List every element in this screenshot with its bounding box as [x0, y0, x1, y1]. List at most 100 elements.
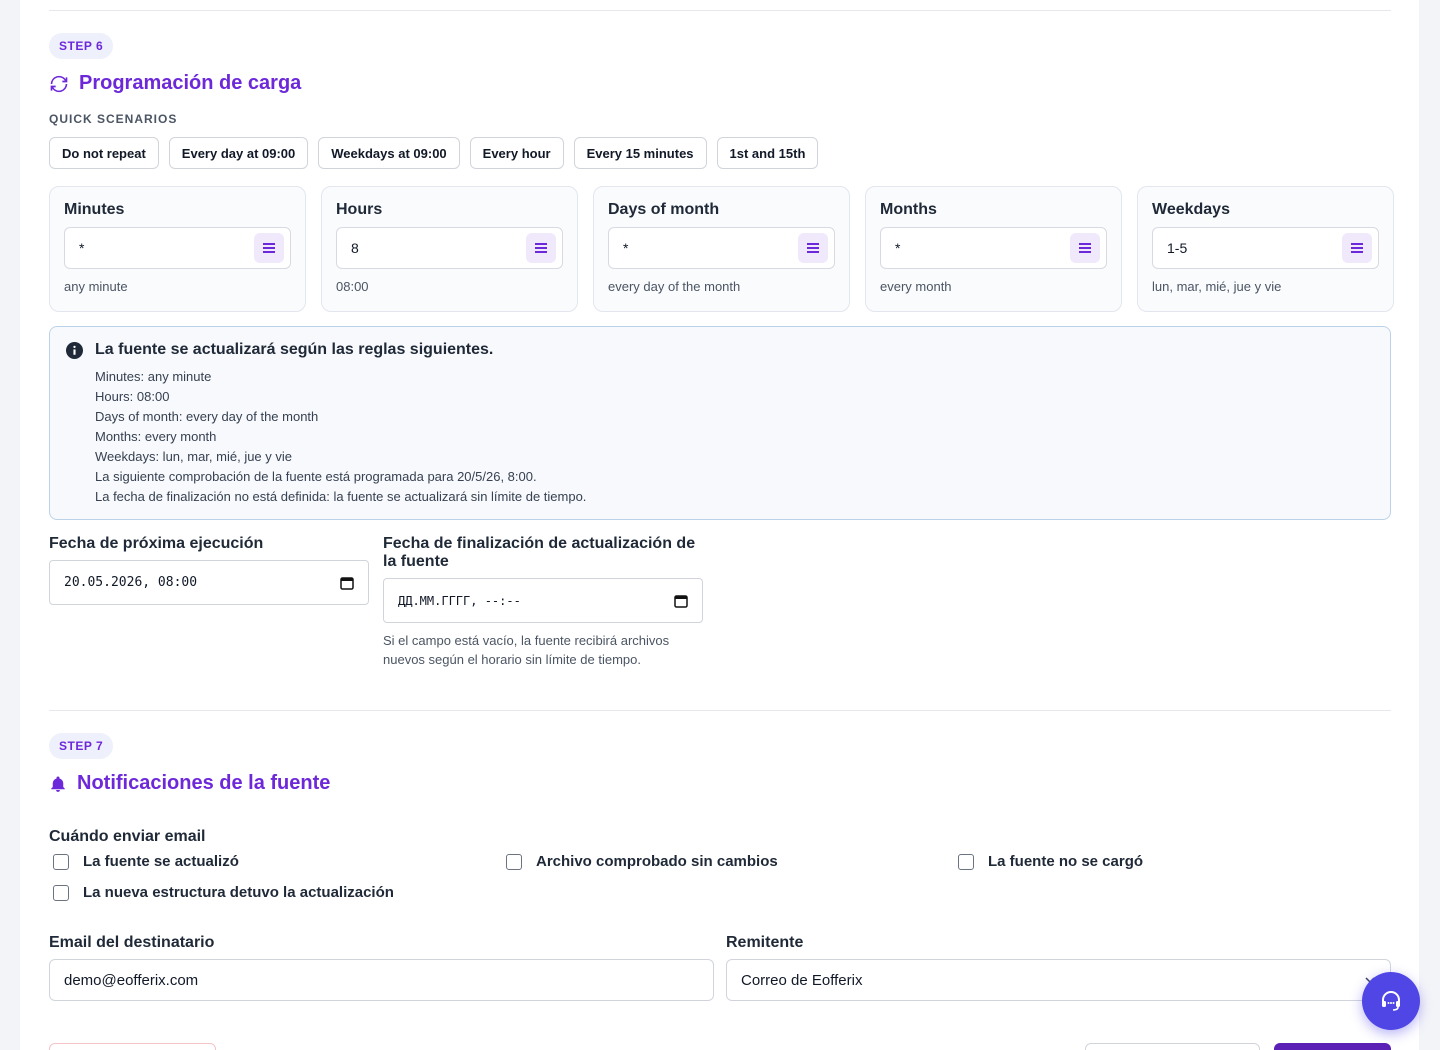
- checkbox-label: Archivo comprobado sin cambios: [536, 853, 778, 870]
- cron-menu-button[interactable]: [254, 233, 284, 263]
- info-line: Days of month: every day of the month: [95, 409, 319, 424]
- cron-hint: lun, mar, mié, jue y vie: [1152, 279, 1282, 294]
- cron-menu-button[interactable]: [1342, 233, 1372, 263]
- checkbox[interactable]: [506, 853, 522, 870]
- cron-menu-button[interactable]: [1070, 233, 1100, 263]
- divider-step7: [49, 710, 1391, 711]
- divider-top: [49, 10, 1391, 11]
- cron-label: Hours: [336, 201, 383, 218]
- calendar-icon: [340, 576, 354, 590]
- cron-hours-input[interactable]: 8: [336, 227, 563, 269]
- cron-minutes: Minutes * any minute: [49, 186, 306, 312]
- cron-hint: any minute: [64, 279, 128, 294]
- quick-scenarios-label: QUICK SCENARIOS: [49, 112, 178, 126]
- cron-hint: 08:00: [336, 279, 369, 294]
- cron-label: Months: [880, 201, 937, 218]
- cron-weekdays: Weekdays 1-5 lun, mar, mié, jue y vie: [1137, 186, 1394, 312]
- end-date-input[interactable]: ДД.ММ.ГГГГ, --:--: [383, 578, 703, 623]
- delete-button[interactable]: [49, 1043, 216, 1050]
- scenario-every-day-0900[interactable]: Every day at 09:00: [168, 137, 309, 169]
- info-heading: La fuente se actualizará según las regla…: [66, 341, 1374, 359]
- next-run-label: Fecha de próxima ejecución: [49, 535, 264, 552]
- next-run-value: 20.05.2026, 08:00: [64, 575, 198, 590]
- scenario-every-hour[interactable]: Every hour: [469, 137, 564, 169]
- cron-hint: every day of the month: [608, 279, 741, 294]
- scenario-every-15-minutes[interactable]: Every 15 minutes: [573, 137, 707, 169]
- form-card: STEP 6 Programación de carga QUICK SCENA…: [20, 0, 1419, 1050]
- cron-value: 8: [351, 240, 359, 256]
- info-line: La fecha de finalización no está definid…: [95, 489, 587, 504]
- cron-menu-button[interactable]: [526, 233, 556, 263]
- cron-value: *: [79, 240, 85, 256]
- end-date-placeholder: ДД.ММ.ГГГГ, --:--: [398, 593, 521, 608]
- checkbox[interactable]: [958, 853, 974, 870]
- cancel-button[interactable]: [1085, 1043, 1260, 1050]
- scenario-weekdays-0900[interactable]: Weekdays at 09:00: [318, 137, 460, 169]
- sender-value: Correo de Eofferix: [741, 971, 863, 989]
- end-date-help: Si el campo está vacío, la fuente recibi…: [383, 633, 670, 667]
- step-7-title-text: Notificaciones de la fuente: [77, 772, 331, 794]
- checkbox[interactable]: [53, 853, 69, 870]
- cron-menu-button[interactable]: [798, 233, 828, 263]
- cron-label: Weekdays: [1152, 201, 1230, 218]
- info-line: Months: every month: [95, 429, 217, 444]
- checkbox[interactable]: [53, 884, 69, 901]
- info-heading-text: La fuente se actualizará según las regla…: [95, 341, 494, 358]
- cron-months-input[interactable]: *: [880, 227, 1107, 269]
- cron-minutes-input[interactable]: *: [64, 227, 291, 269]
- info-circle-icon: [66, 341, 83, 359]
- step-6-title-text: Programación de carga: [79, 72, 302, 94]
- menu-icon: [807, 243, 819, 253]
- step-6-badge: STEP 6: [49, 33, 114, 59]
- cron-weekdays-input[interactable]: 1-5: [1152, 227, 1379, 269]
- info-line: Minutes: any minute: [95, 369, 212, 384]
- option-source-failed[interactable]: La fuente no se cargó: [958, 853, 1143, 870]
- checkbox-label: La fuente se actualizó: [83, 853, 239, 870]
- menu-icon: [1079, 243, 1091, 253]
- cron-value: *: [895, 240, 901, 256]
- bell-icon: [51, 776, 65, 792]
- cron-days-of-month: Days of month * every day of the month: [593, 186, 850, 312]
- menu-icon: [1351, 243, 1363, 253]
- cron-hint: every month: [880, 279, 952, 294]
- scenario-do-not-repeat[interactable]: Do not repeat: [49, 137, 159, 169]
- cron-label: Days of month: [608, 201, 720, 218]
- option-no-changes[interactable]: Archivo comprobado sin cambios: [506, 853, 778, 870]
- calendar-icon: [674, 594, 688, 608]
- scenario-1st-and-15th[interactable]: 1st and 15th: [716, 137, 819, 169]
- quick-scenarios: Do not repeat Every day at 09:00 Weekday…: [49, 137, 819, 169]
- sender-label: Remitente: [726, 934, 804, 951]
- sender-select[interactable]: Correo de Eofferix: [726, 959, 1391, 1001]
- cron-hours: Hours 8 08:00: [321, 186, 578, 312]
- checkbox-label: La fuente no se cargó: [988, 853, 1144, 870]
- step-6-title: Programación de carga: [49, 72, 301, 95]
- option-new-structure[interactable]: La nueva estructura detuvo la actualizac…: [53, 884, 394, 901]
- recipient-label: Email del destinatario: [49, 934, 215, 951]
- info-line: Weekdays: lun, mar, mié, jue y vie: [95, 449, 293, 464]
- recipient-email-value: demo@eofferix.com: [64, 971, 199, 989]
- cron-fields: Minutes * any minute Hours 8 08:00 Days …: [49, 186, 1394, 312]
- menu-icon: [263, 243, 275, 253]
- cron-months: Months * every month: [865, 186, 1122, 312]
- cron-label: Minutes: [64, 201, 125, 218]
- step-7-badge: STEP 7: [49, 733, 114, 759]
- refresh-icon: [50, 75, 68, 92]
- cron-days-input[interactable]: *: [608, 227, 835, 269]
- headset-icon: [1382, 991, 1400, 1011]
- save-button[interactable]: [1274, 1043, 1391, 1050]
- info-line: Hours: 08:00: [95, 389, 170, 404]
- step-7-title: Notificaciones de la fuente: [49, 772, 330, 795]
- end-date-label: Fecha de finalización de actualización d…: [383, 535, 696, 570]
- support-chat-button[interactable]: [1362, 972, 1420, 1030]
- info-line: La siguiente comprobación de la fuente e…: [95, 469, 537, 484]
- info-lines: Minutes: any minute Hours: 08:00 Days of…: [95, 367, 1374, 507]
- next-run-input[interactable]: 20.05.2026, 08:00: [49, 560, 369, 605]
- checkbox-label: La nueva estructura detuvo la actualizac…: [83, 884, 394, 901]
- when-send-label: Cuándo enviar email: [49, 828, 206, 845]
- cron-value: 1-5: [1167, 240, 1188, 256]
- schedule-info-box: La fuente se actualizará según las regla…: [49, 326, 1391, 520]
- recipient-email-input[interactable]: demo@eofferix.com: [49, 959, 714, 1001]
- menu-icon: [535, 243, 547, 253]
- cron-value: *: [623, 240, 629, 256]
- option-source-updated[interactable]: La fuente se actualizó: [53, 853, 239, 870]
